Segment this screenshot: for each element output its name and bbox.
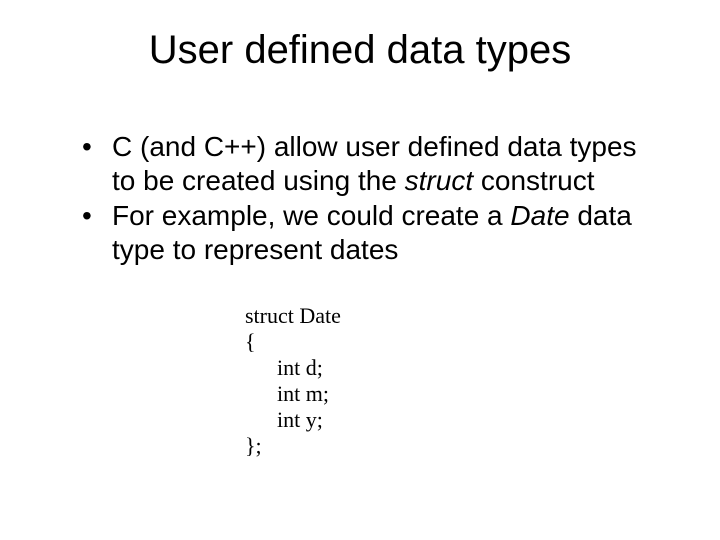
code-block: struct Date { int d; int m; int y; };	[245, 303, 341, 459]
bullet-emphasis: Date	[510, 200, 569, 231]
bullet-item: C (and C++) allow user defined data type…	[78, 130, 658, 197]
code-line: {	[245, 329, 341, 355]
code-line: int d;	[245, 355, 341, 381]
code-line: int m;	[245, 381, 341, 407]
slide: User defined data types C (and C++) allo…	[0, 0, 720, 540]
slide-body: C (and C++) allow user defined data type…	[78, 130, 658, 268]
bullet-item: For example, we could create a Date data…	[78, 199, 658, 266]
bullet-text: construct	[473, 165, 594, 196]
code-line: struct Date	[245, 303, 341, 329]
code-line: int y;	[245, 407, 341, 433]
slide-title: User defined data types	[0, 28, 720, 73]
bullet-list: C (and C++) allow user defined data type…	[78, 130, 658, 266]
bullet-emphasis: struct	[405, 165, 473, 196]
bullet-text: For example, we could create a	[112, 200, 510, 231]
code-line: };	[245, 433, 341, 459]
